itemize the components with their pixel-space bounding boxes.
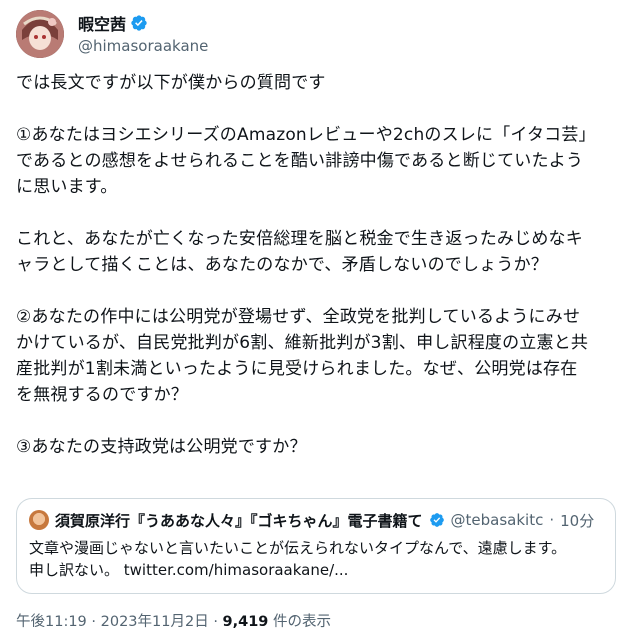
tweet-line: ②あなたの作中には公明党が登場せず、全政党を批判しているようにみせ <box>16 307 581 327</box>
tweet-line: を無視するのですか？ <box>16 385 188 405</box>
quoted-author-avatar <box>29 510 49 530</box>
tweet-line: ャラとして描くことは、あなたのなかで、矛盾しないのでしょうか？ <box>16 255 549 275</box>
tweet-line: これと、あなたが亡くなった安倍総理を脳と税金で生き返ったみじめなキ <box>16 229 583 249</box>
quoted-tweet-time: 10分 <box>560 511 595 530</box>
tweet-time[interactable]: 午後11:19 <box>16 614 87 630</box>
views-label: 件の表示 <box>273 614 332 630</box>
tweet-line: ①あなたはヨシエシリーズのAmazonレビューや2chのスレに「イタコ芸」 <box>16 125 596 145</box>
avatar-illustration <box>16 10 64 58</box>
tweet-meta: 午後11:19 · 2023年11月2日 · 9,419 件の表示 <box>16 610 331 631</box>
quoted-author-display-name: 須賀原洋行『うああな人々』『ゴキちゃん』電子書籍て <box>55 511 423 530</box>
tweet-body: では長文ですが以下が僕からの質問です ①あなたはヨシエシリーズのAmazonレビ… <box>16 70 626 460</box>
quoted-author-handle: @tebasakitc <box>450 511 544 529</box>
tweet-line: かけているが、自民党批判が6割、維新批判が3割、申し訳程度の立憲と共 <box>16 333 589 353</box>
quoted-tweet-card[interactable]: 須賀原洋行『うああな人々』『ゴキちゃん』電子書籍て @tebasakitc · … <box>16 498 616 594</box>
tweet-line: では長文ですが以下が僕からの質問です <box>16 73 326 93</box>
verified-badge-icon <box>429 513 444 527</box>
verified-badge-icon <box>131 15 147 31</box>
tweet-header: 暇空茜 @himasoraakane <box>16 10 616 60</box>
tweet-line: ③あなたの支持政党は公明党ですか？ <box>16 437 307 457</box>
author-avatar[interactable] <box>16 10 64 58</box>
tweet-line: であるとの感想をよせられることを酷い誹謗中傷であると断じていたよう <box>16 151 584 171</box>
author-display-name[interactable]: 暇空茜 <box>78 11 126 35</box>
tweet-line: に思います。 <box>16 177 118 197</box>
tweet-date[interactable]: 2023年11月2日 <box>101 614 209 630</box>
quoted-text-line: 申し訳ない。 twitter.com/himasoraakane/... <box>29 561 349 579</box>
author-handle[interactable]: @himasoraakane <box>78 37 208 55</box>
tweet-line: 産批判が1割未満といったように見受けられました。なぜ、公明党は存在 <box>16 359 578 379</box>
separator-dot: · <box>91 614 97 630</box>
separator-dot: · <box>213 614 218 630</box>
quoted-tweet-text: 文章や漫画じゃないと言いたいことが伝えられないタイプなんで、遠慮します。 申し訳… <box>29 537 603 581</box>
quoted-text-line: 文章や漫画じゃないと言いたいことが伝えられないタイプなんで、遠慮します。 <box>29 539 567 557</box>
views-count: 9,419 <box>222 614 269 630</box>
separator-dot: · <box>549 511 555 529</box>
